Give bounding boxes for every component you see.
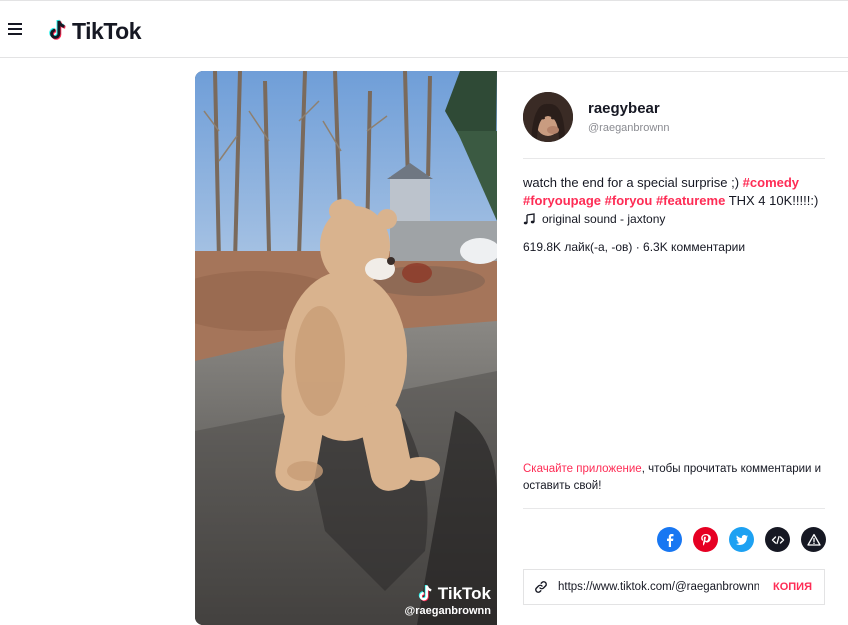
tiktok-note-icon [418, 585, 432, 602]
tiktok-note-icon [49, 19, 66, 40]
pinterest-icon [700, 533, 711, 545]
watermark-username: @raeganbrownn [404, 605, 491, 617]
avatar-image [523, 92, 573, 142]
divider [523, 508, 825, 509]
report-icon [806, 533, 821, 546]
author-username: @raeganbrownn [588, 122, 670, 134]
embed-button[interactable] [765, 527, 790, 552]
video-stats: 619.8K лайк(-а, -ов) · 6.3K комментарии [523, 240, 746, 254]
link-icon [535, 581, 547, 593]
hashtag-link[interactable]: #comedy [743, 175, 799, 190]
hamburger-menu-icon[interactable] [8, 23, 24, 37]
divider [523, 158, 825, 159]
description-text: watch the end for a special surprise ;) [523, 175, 743, 190]
facebook-share-button[interactable] [657, 527, 682, 552]
music-link[interactable]: original sound - jaxtony [523, 212, 665, 226]
twitter-icon [735, 534, 748, 545]
video-watermark: TikTok @raeganbrownn [404, 584, 491, 617]
tiktok-logo[interactable]: TikTok [47, 17, 142, 44]
pinterest-share-button[interactable] [693, 527, 718, 552]
hashtag-link[interactable]: #foryou [605, 193, 653, 208]
video-frame [195, 71, 497, 625]
share-buttons [646, 527, 826, 552]
description-text: THX 4 10K!!!!!:) [725, 193, 819, 208]
logo-text: TikTok [72, 17, 142, 44]
author-nickname[interactable]: raegybear [588, 100, 670, 117]
download-app-link[interactable]: Скачайте приложение [523, 463, 642, 475]
video-player[interactable]: TikTok @raeganbrownn [195, 71, 497, 625]
music-label: original sound - jaxtony [542, 212, 666, 226]
hashtag-link[interactable]: #foryoupage [523, 193, 601, 208]
music-note-icon [523, 213, 535, 225]
top-navbar: TikTok [0, 0, 848, 58]
video-info-panel: raegybear @raeganbrownn watch the end fo… [497, 71, 848, 625]
hashtag-link[interactable]: #featureme [656, 193, 725, 208]
avatar[interactable] [523, 92, 573, 142]
watermark-logo-text: TikTok [437, 584, 491, 603]
report-button[interactable] [801, 527, 826, 552]
copy-link-button[interactable]: КОПИЯ [773, 581, 812, 593]
copy-link-box: https://www.tiktok.com/@raeganbrownn/vid… [523, 569, 825, 605]
video-description: watch the end for a special surprise ;) … [523, 174, 825, 210]
embed-icon [771, 535, 784, 544]
twitter-share-button[interactable] [729, 527, 754, 552]
facebook-icon [666, 533, 673, 547]
author-info[interactable]: raegybear @raeganbrownn [523, 92, 670, 142]
download-app-prompt: Скачайте приложение, чтобы прочитать ком… [523, 461, 825, 495]
video-url[interactable]: https://www.tiktok.com/@raeganbrownn/vid… [558, 581, 759, 593]
